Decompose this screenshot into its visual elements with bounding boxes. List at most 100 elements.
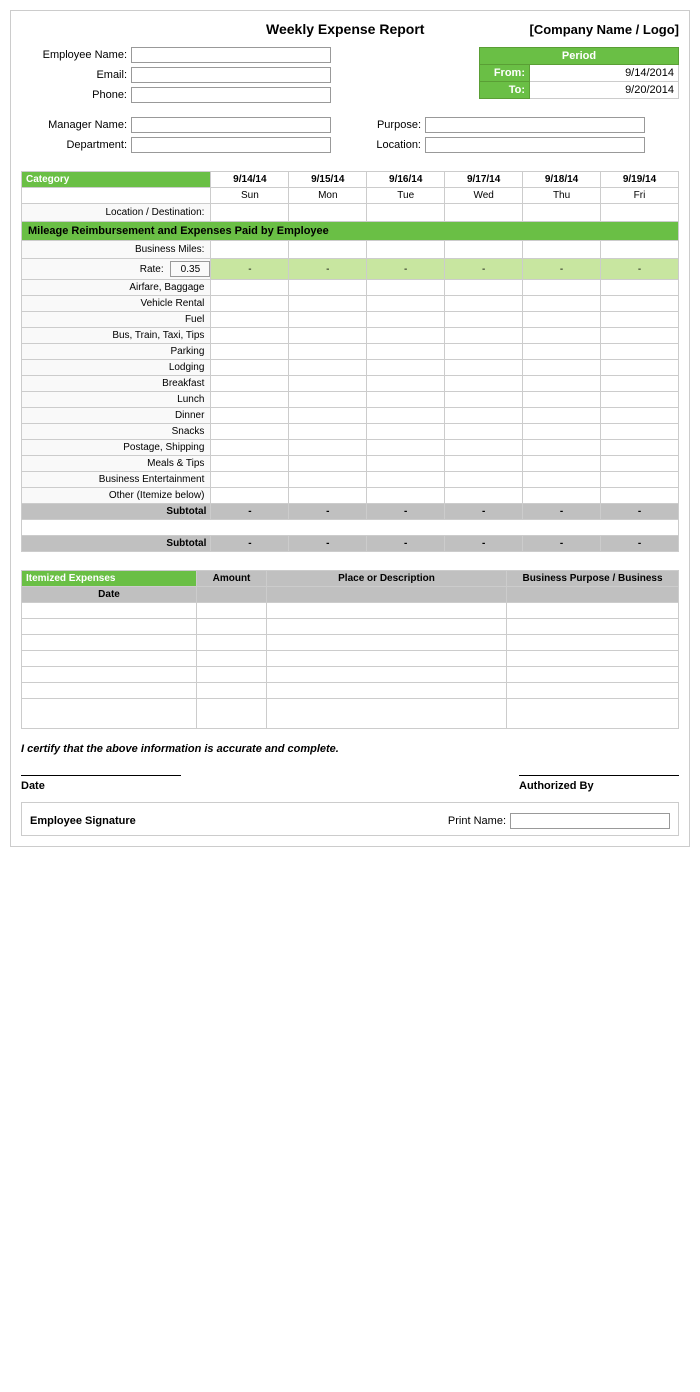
day-col-2: Tue [367,188,445,204]
cat-bus: Bus, Train, Taxi, Tips [22,328,211,344]
purpose-input[interactable] [425,117,645,133]
miles-cell-0[interactable] [211,241,289,259]
miles-cell-3[interactable] [445,241,523,259]
rate-value[interactable]: 0.35 [170,261,210,277]
list-item[interactable] [22,618,679,634]
location-cell-3[interactable] [445,204,523,222]
location-cell-2[interactable] [367,204,445,222]
cat-breakfast: Breakfast [22,376,211,392]
miles-cell-1[interactable] [289,241,367,259]
cat-vehicle: Vehicle Rental [22,296,211,312]
employee-sig-label: Employee Signature [30,815,136,827]
list-item[interactable] [22,602,679,618]
location-input[interactable] [425,137,645,153]
miles-cell-2[interactable] [367,241,445,259]
rate-calc-3: - [445,259,523,280]
subtotal-label: Subtotal [22,504,211,520]
date-col-0: 9/14/14 [211,172,289,188]
table-row: Lodging [22,360,679,376]
table-row: Vehicle Rental [22,296,679,312]
table-row: Snacks [22,424,679,440]
table-row: Postage, Shipping [22,440,679,456]
table-row: Fuel [22,312,679,328]
location-cell-5[interactable] [601,204,679,222]
rate-calc-2: - [367,259,445,280]
table-row: Meals & Tips [22,456,679,472]
dept-input[interactable] [131,137,331,153]
day-col-3: Wed [445,188,523,204]
list-item[interactable] [22,698,679,728]
location-cell-0[interactable] [211,204,289,222]
manager-label: Manager Name: [21,119,131,131]
date-col-header: Date [22,586,197,602]
date-sig-label: Date [21,780,181,792]
sub1-2: - [367,504,445,520]
date-col-4: 9/18/14 [523,172,601,188]
cat-meals-tips: Meals & Tips [22,456,211,472]
table-row: Airfare, Baggage [22,280,679,296]
list-item[interactable] [22,634,679,650]
certification-text: I certify that the above information is … [21,743,679,755]
sub2-0: - [211,536,289,552]
separator-row [22,520,679,536]
location-cell-4[interactable] [523,204,601,222]
day-col-4: Thu [523,188,601,204]
itemized-amount-header: Amount [197,570,267,586]
sub1-1: - [289,504,367,520]
location-label: Location: [355,139,425,151]
sub1-4: - [523,504,601,520]
rate-label-cell: Rate: 0.35 [22,259,211,280]
miles-cell-4[interactable] [523,241,601,259]
print-name-input[interactable] [510,813,670,829]
email-label: Email: [21,69,131,81]
list-item[interactable] [22,666,679,682]
location-cell-1[interactable] [289,204,367,222]
location-destination-label: Location / Destination: [22,204,211,222]
list-item[interactable] [22,650,679,666]
sub1-5: - [601,504,679,520]
dept-label: Department: [21,139,131,151]
category-col-header: Category [22,172,211,188]
employee-name-input[interactable] [131,47,331,63]
mileage-section-header: Mileage Reimbursement and Expenses Paid … [22,222,679,241]
rate-label: Rate: [140,264,164,275]
purpose-label: Purpose: [355,119,425,131]
table-row: Other (Itemize below) [22,488,679,504]
subtotal2-label: Subtotal [22,536,211,552]
cat-parking: Parking [22,344,211,360]
sub2-3: - [445,536,523,552]
cat-lunch: Lunch [22,392,211,408]
manager-input[interactable] [131,117,331,133]
rate-calc-0: - [211,259,289,280]
cat-fuel: Fuel [22,312,211,328]
rate-calc-5: - [601,259,679,280]
cat-other: Other (Itemize below) [22,488,211,504]
itemized-header: Itemized Expenses [22,570,197,586]
to-date: 9/20/2014 [530,82,679,99]
date-col-2: 9/16/14 [367,172,445,188]
separator-row-2 [22,552,679,560]
day-col-1: Mon [289,188,367,204]
sub1-3: - [445,504,523,520]
cat-business-entertainment: Business Entertainment [22,472,211,488]
list-item[interactable] [22,682,679,698]
sub1-0: - [211,504,289,520]
from-label: From: [480,65,530,82]
miles-cell-5[interactable] [601,241,679,259]
email-input[interactable] [131,67,331,83]
cat-dinner: Dinner [22,408,211,424]
cat-snacks: Snacks [22,424,211,440]
to-label: To: [480,82,530,99]
rate-calc-4: - [523,259,601,280]
sub2-1: - [289,536,367,552]
table-row: Parking [22,344,679,360]
date-col-3: 9/17/14 [445,172,523,188]
sub2-2: - [367,536,445,552]
page-title: Weekly Expense Report [161,21,529,37]
phone-input[interactable] [131,87,331,103]
phone-label: Phone: [21,89,131,101]
date-col-5: 9/19/14 [601,172,679,188]
business-miles-label: Business Miles: [22,241,211,259]
table-row: Breakfast [22,376,679,392]
rate-calc-1: - [289,259,367,280]
